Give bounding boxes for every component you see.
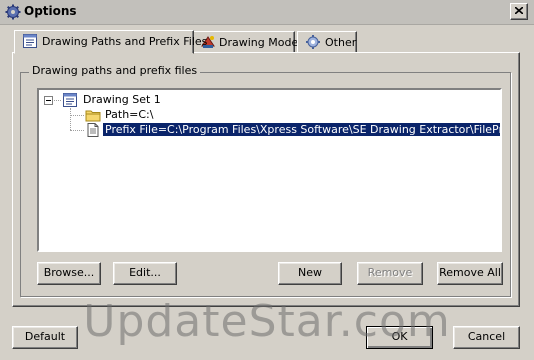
browse-button[interactable]: Browse... (37, 262, 101, 285)
remove-button[interactable]: Remove (357, 262, 423, 285)
remove-button-label: Remove (367, 266, 413, 279)
collapse-toggle[interactable] (44, 96, 53, 105)
remove-all-button-label: Remove All (439, 266, 501, 279)
tab-label: Drawing Mode (219, 36, 299, 49)
default-button[interactable]: Default (12, 326, 78, 349)
gear-icon (5, 4, 21, 20)
default-button-label: Default (24, 330, 66, 343)
browse-button-label: Browse... (43, 266, 95, 279)
tab-other[interactable]: Other (297, 31, 357, 53)
gear-icon (305, 34, 321, 50)
title-bar: Options (0, 0, 534, 25)
close-button[interactable] (510, 3, 528, 20)
folder-icon (85, 107, 101, 123)
edit-button-label: Edit... (129, 266, 161, 279)
tab-drawing-mode[interactable]: Drawing Mode (193, 31, 299, 53)
tree-node-prefix-file[interactable]: Prefix File=C:\Program Files\Xpress Soft… (103, 123, 500, 136)
new-button[interactable]: New (278, 262, 342, 285)
groupbox-label: Drawing paths and prefix files (29, 64, 201, 77)
drawing-set-icon (62, 92, 78, 108)
cancel-button[interactable]: Cancel (453, 326, 520, 349)
ok-button[interactable]: OK (366, 326, 433, 349)
tab-label: Drawing Paths and Prefix Files (42, 35, 208, 48)
ok-button-label: OK (391, 330, 408, 343)
cancel-button-label: Cancel (467, 330, 506, 343)
window-title: Options (24, 4, 77, 18)
remove-all-button[interactable]: Remove All (437, 262, 503, 285)
options-dialog: Options Drawing Paths and Prefix Files D… (0, 0, 534, 360)
tree-node-path[interactable]: Path=C:\ (105, 108, 153, 121)
drawing-set-icon (22, 33, 38, 49)
tree-node-drawing-set[interactable]: Drawing Set 1 (83, 93, 161, 106)
file-icon (85, 122, 101, 138)
edit-button[interactable]: Edit... (113, 262, 177, 285)
tab-drawing-paths[interactable]: Drawing Paths and Prefix Files (14, 30, 207, 54)
tab-label: Other (325, 36, 357, 49)
new-button-label: New (298, 266, 322, 279)
drawing-paths-tree[interactable]: Drawing Set 1 Path=C:\ Prefix File=C:\Pr… (37, 88, 502, 252)
